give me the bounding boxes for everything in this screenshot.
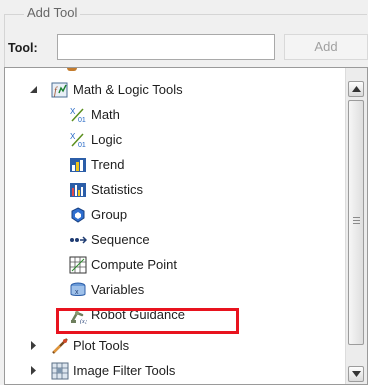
trend-chart-icon bbox=[69, 156, 87, 174]
svg-text:01: 01 bbox=[78, 117, 86, 124]
collapsed-triangle-icon[interactable] bbox=[29, 366, 38, 375]
svg-text:X: X bbox=[70, 132, 76, 141]
group-icon bbox=[69, 206, 87, 224]
tool-field-label: Tool: bbox=[8, 41, 38, 55]
plot-tools-icon bbox=[51, 337, 69, 355]
collapsed-triangle-icon[interactable] bbox=[29, 341, 38, 350]
image-filter-icon bbox=[51, 362, 69, 380]
math-icon: X 01 bbox=[69, 106, 87, 124]
compute-point-icon bbox=[69, 256, 87, 274]
math-logic-tools-icon: f bbox=[51, 81, 69, 99]
expanded-triangle-icon[interactable] bbox=[29, 85, 38, 94]
add-button[interactable]: Add bbox=[284, 34, 368, 60]
statistics-chart-icon bbox=[69, 181, 87, 199]
tool-tree[interactable]: f Math & Logic Tools X 01 Math X 01 Logi… bbox=[4, 67, 368, 385]
svg-text:x: x bbox=[75, 289, 79, 296]
tool-input[interactable] bbox=[57, 34, 275, 60]
scroll-down-arrow-icon bbox=[352, 371, 361, 377]
variables-icon: x bbox=[69, 281, 87, 299]
add-tool-group-title: Add Tool bbox=[24, 5, 81, 20]
scroll-up-button[interactable] bbox=[348, 81, 364, 97]
svg-text:X: X bbox=[70, 107, 76, 116]
scroll-thumb[interactable] bbox=[348, 100, 364, 345]
logic-icon: X 01 bbox=[69, 131, 87, 149]
robot-guidance-highlight-box bbox=[56, 308, 239, 334]
vertical-scrollbar[interactable] bbox=[345, 68, 367, 384]
scroll-down-button[interactable] bbox=[348, 366, 364, 382]
partial-icon-above bbox=[67, 68, 77, 71]
sequence-icon bbox=[69, 231, 88, 249]
scroll-grip-icon bbox=[353, 217, 360, 226]
scroll-up-arrow-icon bbox=[352, 86, 361, 92]
svg-text:01: 01 bbox=[78, 142, 86, 149]
